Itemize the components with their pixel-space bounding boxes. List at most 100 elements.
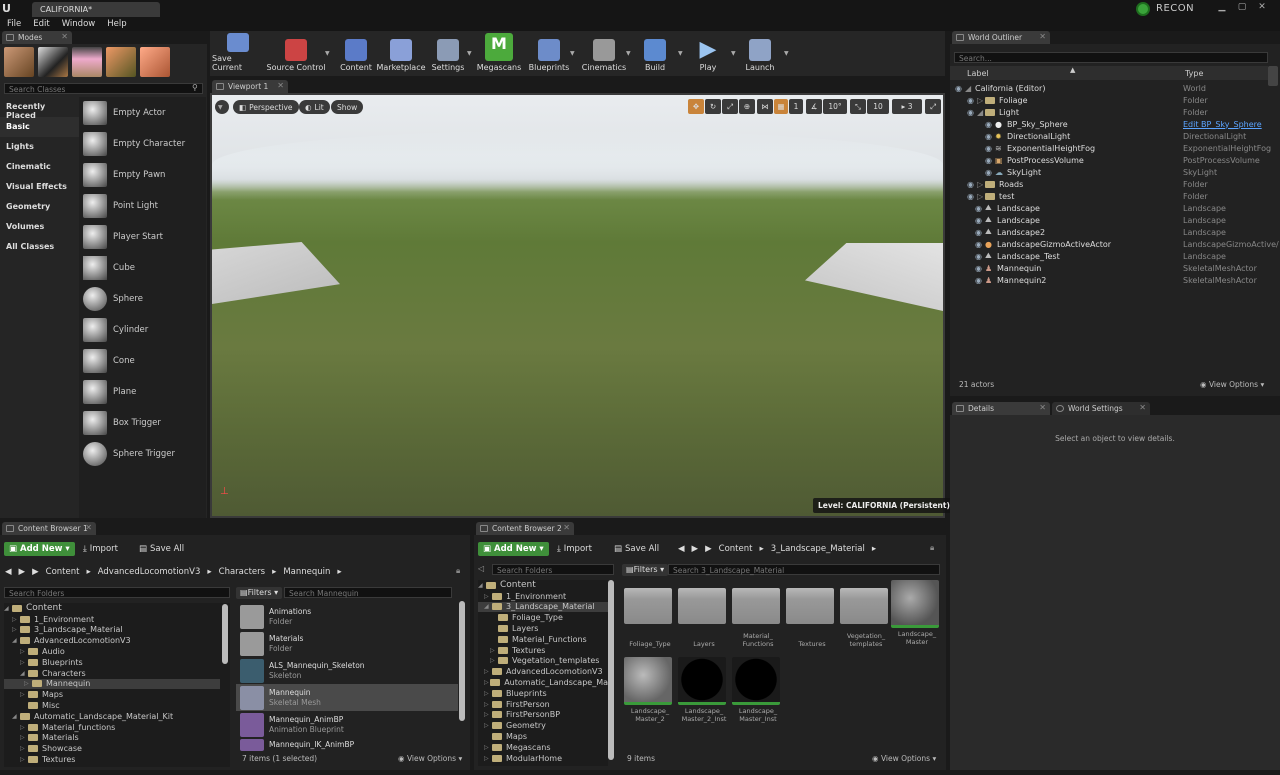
tree-item[interactable]: ▷ FirstPersonBP	[478, 710, 608, 721]
category-all-classes[interactable]: All Classes	[0, 237, 79, 257]
world-outliner-tab[interactable]: World Outliner ✕	[952, 31, 1050, 44]
surface-snap-icon[interactable]: ⋈	[757, 99, 773, 114]
outliner-view-options[interactable]: ◉ View Options ▾	[1200, 380, 1264, 389]
cb1-search-assets-input[interactable]: Search Mannequin	[284, 587, 452, 598]
eye-icon[interactable]: ◉	[975, 252, 985, 261]
outliner-row[interactable]: ◉ ◢ California (Editor) World	[950, 82, 1268, 94]
geometry-mode-icon[interactable]	[140, 47, 170, 77]
class-item[interactable]: Empty Pawn	[79, 159, 206, 190]
play-button[interactable]: ▶ Play	[694, 33, 722, 74]
rotation-snap-icon[interactable]: ∡	[806, 99, 822, 114]
eye-icon[interactable]: ◉	[975, 216, 985, 225]
edit-blueprint-link[interactable]: Edit BP_Sky_Sphere	[1183, 120, 1262, 129]
tree-item[interactable]: ▷ 1_Environment	[478, 591, 608, 602]
chevron-down-icon[interactable]: ▼	[325, 50, 330, 57]
marketplace-button[interactable]: Marketplace	[376, 33, 426, 74]
lit-button[interactable]: ◐ Lit	[299, 100, 330, 114]
tree-item[interactable]: ▷ Textures	[478, 645, 608, 656]
class-item[interactable]: Player Start	[79, 221, 206, 252]
tree-item-selected[interactable]: ▷ Mannequin	[4, 678, 220, 690]
level-document-tab[interactable]: CALIFORNIA*	[32, 2, 160, 17]
category-basic[interactable]: Basic	[0, 117, 79, 137]
chevron-down-icon[interactable]: ▼	[467, 50, 472, 57]
outliner-scrollbar[interactable]	[1268, 66, 1278, 86]
forward-icon[interactable]: ▶	[692, 544, 699, 554]
breadcrumb-item[interactable]: Content	[719, 544, 753, 554]
details-tab[interactable]: Details ✕	[952, 402, 1050, 415]
asset-row[interactable]: Materials Folder	[236, 630, 458, 657]
tree-scrollbar[interactable]	[222, 604, 228, 664]
eye-icon[interactable]: ◉	[985, 132, 995, 141]
tree-item[interactable]: ▷ Blueprints	[4, 657, 230, 668]
eye-icon[interactable]: ◉	[967, 192, 977, 201]
class-item[interactable]: Empty Actor	[79, 97, 206, 128]
scale-snap-icon[interactable]: ⤡	[850, 99, 866, 114]
camera-speed-button[interactable]: ▸ 3	[892, 99, 922, 114]
tree-item[interactable]: ▷ FirstPerson	[478, 699, 608, 710]
viewport-options-button[interactable]: ▼	[215, 100, 229, 114]
perspective-button[interactable]: ◧ Perspective	[233, 100, 299, 114]
settings-button[interactable]: Settings	[430, 33, 466, 74]
tree-item[interactable]: Misc	[4, 700, 230, 711]
world-space-icon[interactable]: ⊕	[739, 99, 755, 114]
tree-item[interactable]: ◢ Content	[478, 580, 608, 591]
breadcrumb-item[interactable]: Mannequin	[283, 567, 330, 577]
cb2-filters-button[interactable]: ▤Filters ▾	[622, 564, 669, 576]
modes-tab[interactable]: Modes ✕	[2, 31, 72, 44]
eye-icon[interactable]: ◉	[975, 204, 985, 213]
lock-icon[interactable]: 🔒︎	[930, 543, 934, 553]
tree-item[interactable]: Material_Functions	[478, 634, 608, 645]
cb1-add-new-button[interactable]: ▣ Add New ▾	[4, 541, 75, 557]
menu-help[interactable]: Help	[107, 19, 126, 31]
asset-row[interactable]: ALS_Mannequin_Skeleton Skeleton	[236, 657, 458, 684]
outliner-row[interactable]: ◉ ≋ ExponentialHeightFog ExponentialHeightF…	[950, 142, 1271, 154]
tree-item[interactable]: ◢ Content	[4, 603, 230, 614]
tree-item[interactable]: Foliage_Type	[478, 612, 608, 623]
cb2-add-new-button[interactable]: ▣ Add New ▾	[478, 541, 549, 557]
asset-row[interactable]: Mannequin_IK_AnimBP	[236, 738, 458, 752]
tree-item[interactable]: ▷ Material_functions	[4, 722, 230, 733]
launch-button[interactable]: Launch	[744, 33, 776, 74]
outliner-row[interactable]: ◉ ▷ Foliage Folder	[950, 94, 1268, 106]
category-visual-effects[interactable]: Visual Effects	[0, 177, 79, 197]
tree-item[interactable]: ▷ Showcase	[4, 743, 230, 754]
class-item[interactable]: Point Light	[79, 190, 206, 221]
scale-icon[interactable]: ⤢	[722, 99, 738, 114]
tree-item[interactable]: ▷ Megascans	[478, 742, 608, 753]
rotation-snap-value[interactable]: 10°	[823, 99, 847, 114]
outliner-row[interactable]: ◉ ⛰ Landscape_Test Landscape	[950, 250, 1268, 262]
menu-window[interactable]: Window	[62, 19, 96, 31]
megascans-button[interactable]: M Megascans	[476, 33, 522, 74]
search-classes-input[interactable]: Search Classes	[4, 83, 203, 94]
maximize-icon[interactable]: ▢	[1236, 2, 1248, 12]
outliner-row[interactable]: ◉ ▷ Roads Folder	[950, 178, 1268, 190]
maximize-viewport-icon[interactable]: ⤢	[925, 99, 941, 114]
outliner-row[interactable]: ◉ ▷ test Folder	[950, 190, 1268, 202]
class-item[interactable]: Sphere	[79, 283, 206, 314]
content-browser-2-tab[interactable]: Content Browser 2 ✕	[476, 522, 574, 535]
asset-row[interactable]: Mannequin_AnimBP Animation Blueprint	[236, 711, 458, 738]
tree-item[interactable]: ▷ AdvancedLocomotionV3	[478, 666, 608, 677]
asset-tile[interactable]: Material_ Functions	[732, 584, 784, 648]
eye-icon[interactable]: ◉	[967, 180, 977, 189]
translate-icon[interactable]: ✥	[688, 99, 704, 114]
chevron-down-icon[interactable]: ▼	[784, 50, 789, 57]
breadcrumb-item[interactable]: 3_Landscape_Material	[771, 544, 865, 554]
class-item[interactable]: Box Trigger	[79, 407, 206, 438]
collapse-icon[interactable]: ◁	[478, 564, 484, 573]
tree-item[interactable]: ◢ Characters	[4, 668, 230, 679]
class-item[interactable]: Cylinder	[79, 314, 206, 345]
class-item[interactable]: Empty Character	[79, 128, 206, 159]
eye-icon[interactable]: ◉	[975, 276, 985, 285]
asset-tile[interactable]: Vegetation_ templates	[840, 584, 892, 648]
outliner-row[interactable]: ◉ ● LandscapeGizmoActiveActor LandscapeGizm…	[950, 238, 1279, 250]
eye-icon[interactable]: ◉	[967, 108, 977, 117]
eye-icon[interactable]: ◉	[967, 96, 977, 105]
expand-arrow-icon[interactable]: ▷	[977, 96, 985, 105]
menu-edit[interactable]: Edit	[33, 19, 49, 31]
tree-item[interactable]: Layers	[478, 623, 608, 634]
outliner-row[interactable]: ◉ ✹ DirectionalLight DirectionalLight	[950, 130, 1268, 142]
cb1-filters-button[interactable]: ▤Filters ▾	[236, 587, 283, 599]
breadcrumb-item[interactable]: Characters	[219, 567, 265, 577]
outliner-row[interactable]: ◉ ◢ Light Folder	[950, 106, 1268, 118]
